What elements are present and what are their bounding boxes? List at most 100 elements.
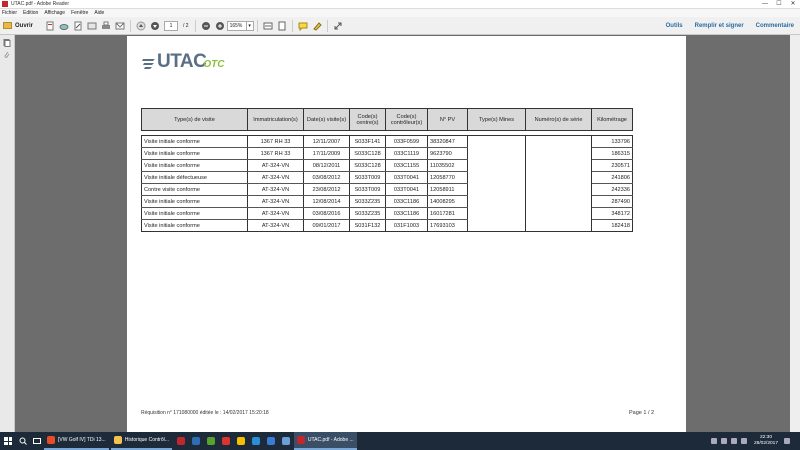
app-icon [47, 436, 55, 444]
cell-km: 287490 [591, 195, 633, 208]
print-icon[interactable] [101, 21, 111, 31]
cell-pv: 11035502 [427, 159, 468, 172]
start-button[interactable] [0, 432, 16, 450]
logo-sub: OTC [203, 59, 225, 70]
cell-pv: 16017281 [427, 207, 468, 220]
cell-date: 17/11/2009 [303, 147, 350, 160]
cell-controleur: 033T0041 [385, 183, 428, 196]
cell-type: Visite initiale conforme [141, 195, 248, 208]
taskbar-window-item[interactable]: [VW Golf IV] TDi 13... [44, 432, 109, 450]
highlight-icon[interactable] [312, 21, 322, 31]
comment-icon[interactable] [298, 21, 308, 31]
zoom-dropdown-icon[interactable]: ▾ [246, 20, 254, 31]
menu-bar: Fichier Edition Affichage Fenêtre Aide [0, 9, 800, 17]
cell-km: 242336 [591, 183, 633, 196]
pinned-app-icon[interactable] [249, 432, 264, 450]
notifications-icon[interactable] [784, 438, 790, 444]
visits-table: Type(s) de visite Immatriculation(s) Dat… [141, 108, 633, 232]
page-number-input[interactable]: 1 [164, 20, 179, 31]
cell-serie [525, 183, 592, 196]
header-mines: Type(s) Mines [467, 108, 526, 131]
cell-mines [467, 183, 526, 196]
menu-aide[interactable]: Aide [94, 10, 104, 16]
tray-chevron-icon[interactable] [710, 438, 717, 444]
vertical-scrollbar[interactable] [790, 35, 800, 432]
pages-icon[interactable] [3, 39, 11, 47]
cell-centre: S033Z235 [349, 195, 386, 208]
cell-centre: S033C128 [349, 159, 386, 172]
pinned-app-icon[interactable] [279, 432, 294, 450]
windows-logo-icon [4, 437, 12, 445]
pinned-app-icon[interactable] [234, 432, 249, 450]
taskbar-window-item[interactable]: Historique Contrôl... [110, 432, 172, 450]
app-icon [192, 437, 201, 445]
pinned-app-icon[interactable] [219, 432, 234, 450]
email-icon[interactable] [115, 21, 125, 31]
cell-km: 348172 [591, 207, 633, 220]
zoom-level-input[interactable]: 165% [226, 20, 247, 31]
volume-icon[interactable] [730, 438, 737, 444]
windows-taskbar: [VW Golf IV] TDi 13... Historique Contrôl… [0, 432, 800, 450]
fill-sign-link[interactable]: Remplir et signer [695, 23, 744, 29]
minimize-button[interactable]: — [758, 0, 772, 9]
cell-centre: S033T009 [349, 183, 386, 196]
cell-km: 182418 [591, 219, 633, 232]
task-view-icon[interactable] [30, 432, 44, 450]
cloud-icon[interactable] [59, 21, 69, 31]
tools-link[interactable]: Outils [666, 23, 683, 29]
cell-type: Visite initiale conforme [141, 159, 248, 172]
cell-km: 186315 [591, 147, 633, 160]
header-km: Kilométrage [591, 108, 633, 131]
cell-serie [525, 219, 592, 232]
search-icon[interactable] [16, 432, 30, 450]
pinned-app-icon[interactable] [189, 432, 204, 450]
toolbar-separator [291, 19, 293, 32]
comment-link[interactable]: Commentaire [756, 23, 794, 29]
menu-edition[interactable]: Edition [23, 10, 38, 16]
cell-type: Visite initiale conforme [141, 207, 248, 220]
cell-centre: S033Z235 [349, 207, 386, 220]
clock[interactable]: 22:30 28/02/2017 [754, 435, 778, 447]
create-pdf-icon[interactable] [45, 21, 55, 31]
keyboard-icon[interactable] [740, 438, 747, 444]
zoom-in-icon[interactable] [215, 21, 225, 31]
cell-pv: 12058770 [427, 171, 468, 184]
share-icon[interactable] [87, 21, 97, 31]
expand-icon[interactable] [333, 21, 343, 31]
cell-pv: 38320847 [427, 135, 468, 148]
page-up-icon[interactable] [136, 21, 146, 31]
window-controls: — ☐ ✕ [758, 0, 800, 9]
pinned-app-icon[interactable] [264, 432, 279, 450]
sign-icon[interactable] [73, 21, 83, 31]
zoom-out-icon[interactable] [201, 21, 211, 31]
menu-affichage[interactable]: Affichage [44, 10, 65, 16]
attachment-icon[interactable] [3, 51, 11, 59]
cell-mines [467, 219, 526, 232]
fit-page-icon[interactable] [277, 21, 287, 31]
cell-centre: S031F132 [349, 219, 386, 232]
cell-date: 12/11/2007 [303, 135, 350, 148]
open-button[interactable]: Ouvrir [3, 22, 33, 29]
cell-serie [525, 147, 592, 160]
cell-date: 03/08/2016 [303, 207, 350, 220]
maximize-button[interactable]: ☐ [772, 0, 786, 9]
utac-otc-logo: UTACOTC [142, 51, 225, 73]
pinned-app-icon[interactable] [204, 432, 219, 450]
fit-width-icon[interactable] [263, 21, 273, 31]
cell-mines [467, 147, 526, 160]
cell-immat: 1367 RH 33 [247, 147, 304, 160]
menu-fichier[interactable]: Fichier [2, 10, 17, 16]
taskbar-window-item[interactable]: UTAC.pdf - Adobe ... [293, 432, 357, 450]
close-button[interactable]: ✕ [786, 0, 800, 9]
cell-pv: 17693103 [427, 219, 468, 232]
page-down-icon[interactable] [150, 21, 160, 31]
header-type: Type(s) de visite [141, 108, 248, 131]
app-icon [267, 437, 276, 445]
pinned-app-icon[interactable] [174, 432, 189, 450]
cell-immat: AT-324-VN [247, 171, 304, 184]
requisition-footer: Réquisition n° 171080000 éditée le : 14/… [141, 410, 269, 416]
header-serie: Numéro(s) de série [525, 108, 592, 131]
cell-type: Visite initiale conforme [141, 135, 248, 148]
network-icon[interactable] [720, 438, 727, 444]
menu-fenetre[interactable]: Fenêtre [71, 10, 88, 16]
